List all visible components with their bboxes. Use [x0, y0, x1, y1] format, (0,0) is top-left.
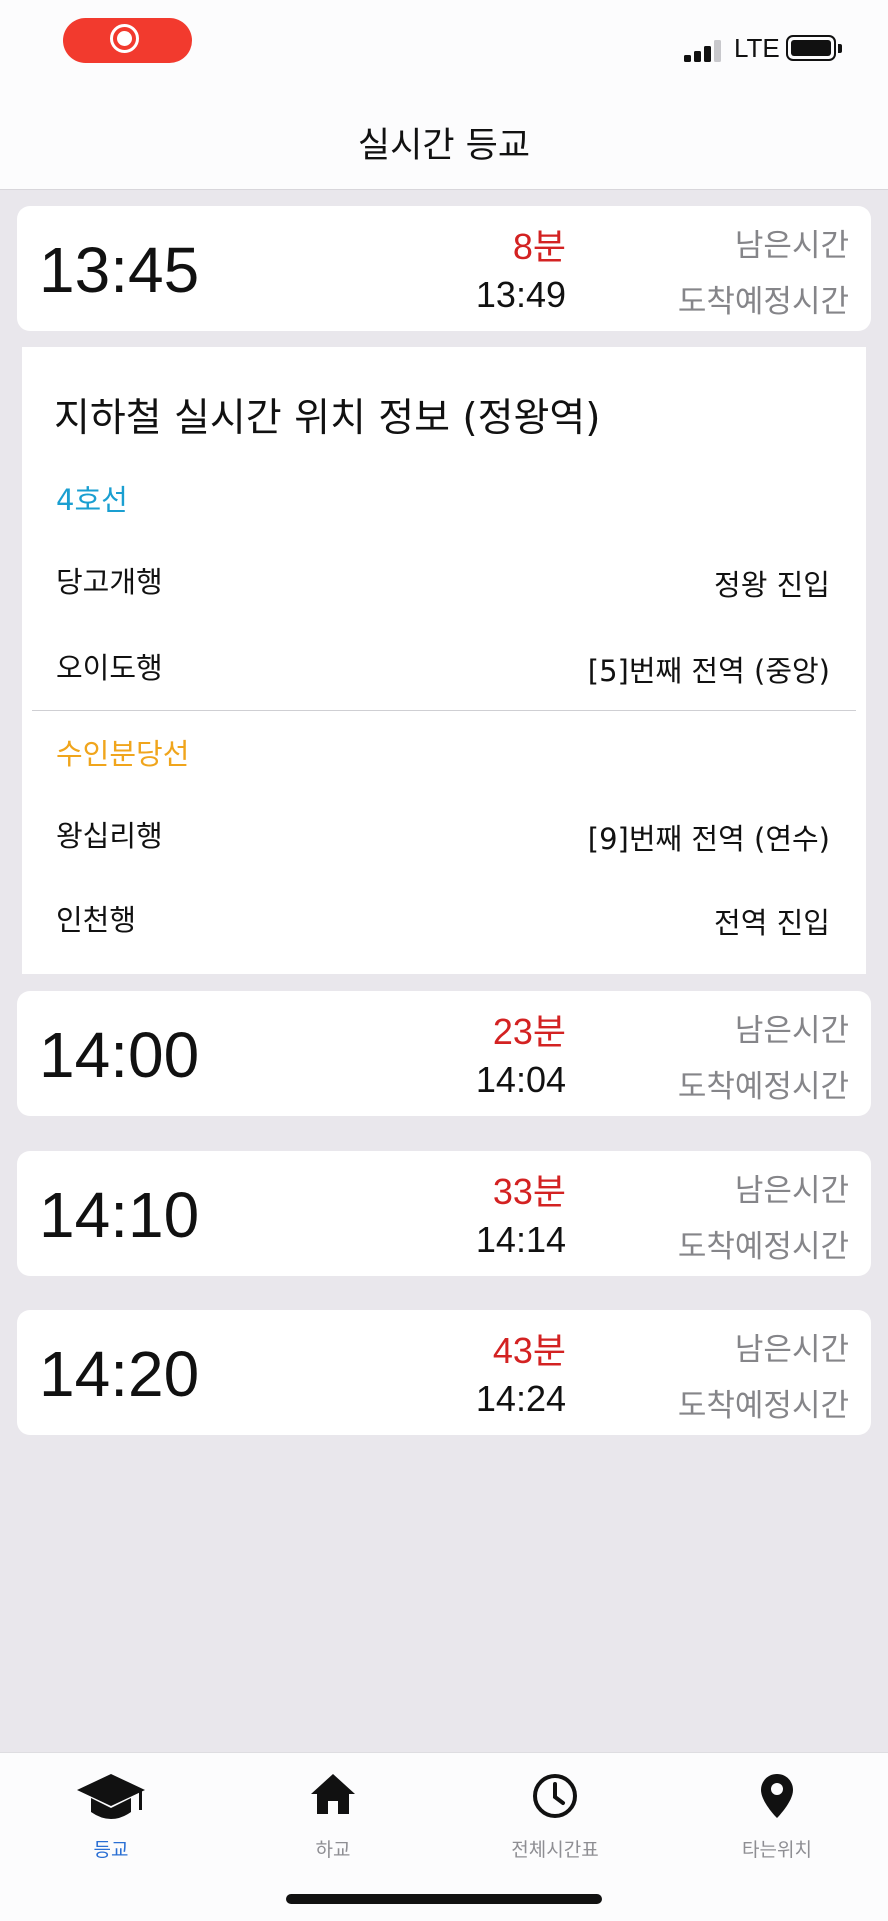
train-destination: 인천행 — [56, 903, 137, 937]
home-indicator[interactable] — [286, 1894, 602, 1904]
navigation-bar: 실시간 등교 — [0, 95, 888, 190]
train-status: [5]번째 전역 (중앙) — [587, 654, 830, 688]
departure-time: 14:10 — [39, 1179, 200, 1251]
location-pin-icon — [759, 1772, 795, 1824]
graduation-cap-icon — [75, 1772, 147, 1830]
bus-time-card[interactable]: 13:45 8분 13:49 남은시간 도착예정시간 — [17, 206, 871, 331]
tab-boarding-location[interactable]: 타는위치 — [666, 1753, 888, 1873]
network-type: LTE — [734, 33, 780, 63]
subway-line-name: 수인분당선 — [56, 737, 190, 771]
remaining-label: 남은시간 — [734, 228, 849, 264]
status-bar: LTE — [0, 0, 888, 95]
departure-time: 14:20 — [39, 1338, 200, 1410]
remaining-label: 남은시간 — [734, 1013, 849, 1049]
arrival-time: 14:14 — [475, 1219, 566, 1260]
tab-label: 타는위치 — [742, 1839, 812, 1861]
remaining-label: 남은시간 — [734, 1332, 849, 1368]
arrival-label: 도착예정시간 — [677, 1069, 849, 1105]
subway-realtime-panel: 지하철 실시간 위치 정보 (정왕역) 4호선 당고개행 정왕 진입 오이도행 … — [22, 347, 866, 974]
arrival-label: 도착예정시간 — [677, 284, 849, 320]
arrival-label: 도착예정시간 — [677, 1388, 849, 1424]
tab-label: 등교 — [93, 1839, 129, 1861]
arrival-time: 14:24 — [475, 1378, 566, 1419]
bus-time-card[interactable]: 14:20 43분 14:24 남은시간 도착예정시간 — [17, 1310, 871, 1435]
home-icon — [309, 1772, 357, 1820]
cellular-signal-icon — [684, 40, 724, 62]
remaining-minutes: 8분 — [512, 226, 566, 267]
page-title: 실시간 등교 — [357, 126, 531, 166]
train-destination: 오이도행 — [56, 651, 163, 685]
remaining-label: 남은시간 — [734, 1173, 849, 1209]
train-status: 전역 진입 — [714, 906, 830, 940]
train-status: [9]번째 전역 (연수) — [587, 822, 830, 856]
departure-time: 13:45 — [39, 234, 200, 306]
screen-recording-indicator[interactable] — [63, 18, 192, 63]
bus-time-card[interactable]: 14:00 23분 14:04 남은시간 도착예정시간 — [17, 991, 871, 1116]
remaining-minutes: 43분 — [492, 1330, 566, 1371]
remaining-minutes: 23분 — [492, 1011, 566, 1052]
arrival-time: 14:04 — [475, 1059, 566, 1100]
arrival-label: 도착예정시간 — [677, 1229, 849, 1265]
remaining-minutes: 33분 — [492, 1171, 566, 1212]
line-divider — [32, 710, 856, 711]
departure-time: 14:00 — [39, 1019, 200, 1091]
tab-full-timetable[interactable]: 전체시간표 — [444, 1753, 666, 1873]
arrival-time: 13:49 — [475, 274, 566, 315]
battery-icon — [786, 35, 842, 61]
subway-line-name: 4호선 — [56, 483, 128, 517]
subway-panel-heading: 지하철 실시간 위치 정보 (정왕역) — [54, 396, 601, 441]
tab-label: 하교 — [315, 1839, 351, 1861]
clock-icon — [531, 1772, 579, 1824]
train-status: 정왕 진입 — [714, 568, 830, 602]
record-dot-icon — [117, 31, 132, 46]
train-destination: 당고개행 — [56, 565, 163, 599]
tab-school-arrival[interactable]: 등교 — [0, 1753, 222, 1873]
tab-school-leave[interactable]: 하교 — [222, 1753, 444, 1873]
train-destination: 왕십리행 — [56, 819, 163, 853]
bus-time-card[interactable]: 14:10 33분 14:14 남은시간 도착예정시간 — [17, 1151, 871, 1276]
tab-label: 전체시간표 — [511, 1839, 599, 1861]
